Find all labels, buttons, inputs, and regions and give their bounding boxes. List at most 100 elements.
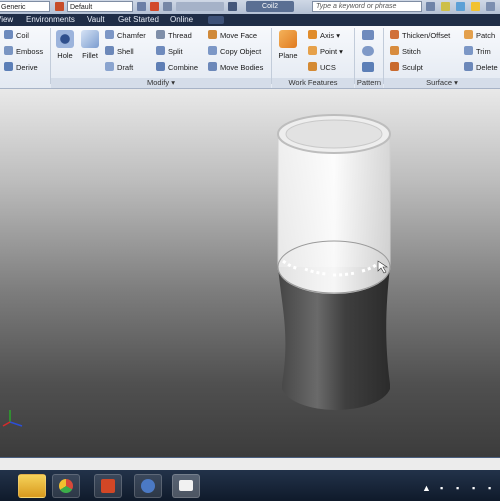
thicken-offset-label: Thicken/Offset: [402, 31, 451, 40]
fillet-label: Fillet: [82, 51, 98, 60]
thread-icon: [156, 30, 165, 39]
combine-button[interactable]: Combine: [156, 61, 198, 74]
search-input[interactable]: Type a keyword or phrase: [312, 1, 422, 12]
surface-panel-title[interactable]: Surface ▾: [384, 78, 500, 88]
style-icon[interactable]: [137, 2, 146, 11]
fillet-button[interactable]: Fillet: [78, 30, 102, 60]
windows-taskbar: ▲ ▪ ▪ ▪ ▪: [0, 457, 500, 501]
show-desktop-icon[interactable]: ▪: [488, 483, 491, 493]
tab-get-started[interactable]: Get Started: [118, 14, 159, 26]
mirror-icon[interactable]: [362, 62, 374, 72]
copy-object-label: Copy Object: [220, 47, 262, 56]
work-features-panel-title: Work Features: [272, 78, 354, 88]
stitch-label: Stitch: [402, 47, 421, 56]
split-icon: [156, 46, 165, 55]
move-face-label: Move Face: [220, 31, 258, 40]
measure-tools-icon[interactable]: [176, 2, 224, 11]
media-icon[interactable]: [134, 474, 162, 498]
material-combo[interactable]: Generic: [0, 1, 50, 12]
communication-center-icon[interactable]: [456, 2, 465, 11]
trim-label: Trim: [476, 47, 491, 56]
shell-button[interactable]: Shell: [105, 45, 134, 58]
sculpt-button[interactable]: Sculpt: [390, 61, 423, 74]
split-button[interactable]: Split: [156, 45, 183, 58]
ribbon: Coil Emboss Derive Hole Fillet Chamfer S…: [0, 26, 500, 89]
shell-icon: [105, 46, 114, 55]
powerpoint-icon[interactable]: [94, 474, 122, 498]
plane-label: Plane: [278, 51, 298, 60]
appearance-combo[interactable]: Default: [67, 1, 133, 12]
modify-panel-title[interactable]: Modify ▾: [51, 78, 271, 88]
sculpt-label: Sculpt: [402, 63, 423, 72]
delete-icon: [464, 62, 473, 71]
ribbon-options-icon[interactable]: [208, 16, 224, 24]
shell-label: Shell: [117, 47, 134, 56]
axis-button[interactable]: Axis ▾: [308, 29, 340, 42]
flag-icon[interactable]: ▪: [472, 483, 475, 493]
stitch-icon: [390, 46, 399, 55]
trim-button[interactable]: Trim: [464, 45, 491, 58]
color-icon[interactable]: [55, 2, 64, 11]
search-icon[interactable]: [426, 2, 435, 11]
upper-transparent-body: [277, 133, 391, 294]
tab-environments[interactable]: Environments: [26, 14, 75, 26]
more-icon[interactable]: [228, 2, 237, 11]
ucs-icon: [308, 62, 317, 71]
ribbon-separator: [50, 28, 51, 84]
ucs-button[interactable]: UCS: [308, 61, 336, 74]
folder-icon[interactable]: [172, 474, 200, 498]
chamfer-icon: [105, 30, 114, 39]
tab-view[interactable]: View: [0, 14, 13, 26]
delete-label: Delete: [476, 63, 498, 72]
draft-label: Draft: [117, 63, 134, 72]
point-button[interactable]: Point ▾: [308, 45, 343, 58]
ribbon-separator: [271, 28, 272, 84]
hole-label: Hole: [57, 51, 73, 60]
subscription-icon[interactable]: [441, 2, 450, 11]
copy-object-button[interactable]: Copy Object: [208, 45, 261, 58]
graphics-viewport[interactable]: [0, 89, 500, 457]
network-icon[interactable]: ▪: [440, 483, 443, 493]
volume-icon[interactable]: ▪: [456, 483, 459, 493]
move-bodies-button[interactable]: Move Bodies: [208, 61, 263, 74]
pattern-panel-title: Pattern: [355, 78, 383, 88]
plane-button[interactable]: Plane: [276, 30, 300, 60]
stitch-button[interactable]: Stitch: [390, 45, 421, 58]
derive-label: Derive: [16, 63, 38, 72]
derive-button[interactable]: Derive: [4, 61, 38, 74]
fillet-icon: [81, 30, 99, 48]
tab-online[interactable]: Online: [170, 14, 193, 26]
favorites-icon[interactable]: [471, 2, 480, 11]
chamfer-button[interactable]: Chamfer: [105, 29, 146, 42]
cylinder-model[interactable]: [0, 89, 500, 457]
trim-icon: [464, 46, 473, 55]
action-center-icon[interactable]: ▲: [422, 483, 431, 493]
hole-icon: [56, 30, 74, 48]
emboss-button[interactable]: Emboss: [4, 45, 43, 58]
tab-vault[interactable]: Vault: [87, 14, 105, 26]
derive-icon: [4, 62, 13, 71]
patch-icon: [464, 30, 473, 39]
clear-icon[interactable]: [150, 2, 159, 11]
plane-icon: [279, 30, 297, 48]
patch-button[interactable]: Patch: [464, 29, 495, 42]
draft-button[interactable]: Draft: [105, 61, 133, 74]
hole-button[interactable]: Hole: [53, 30, 77, 60]
thicken-offset-button[interactable]: Thicken/Offset: [390, 29, 450, 42]
delete-button[interactable]: Delete: [464, 61, 498, 74]
rectangular-pattern-icon[interactable]: [362, 30, 374, 40]
move-face-button[interactable]: Move Face: [208, 29, 257, 42]
document-title: Coil2: [246, 1, 294, 12]
chamfer-label: Chamfer: [117, 31, 146, 40]
coil-button[interactable]: Coil: [4, 29, 29, 42]
copy-object-icon: [208, 46, 217, 55]
thread-button[interactable]: Thread: [156, 29, 192, 42]
quick-access-toolbar: Generic Default Coil2 Type a keyword or …: [0, 0, 500, 15]
update-icon[interactable]: [163, 2, 172, 11]
thicken-offset-icon: [390, 30, 399, 39]
help-icon[interactable]: [486, 2, 495, 11]
chrome-icon[interactable]: [52, 474, 80, 498]
circular-pattern-icon[interactable]: [362, 46, 374, 56]
move-face-icon: [208, 30, 217, 39]
inventor-icon[interactable]: [18, 474, 46, 498]
